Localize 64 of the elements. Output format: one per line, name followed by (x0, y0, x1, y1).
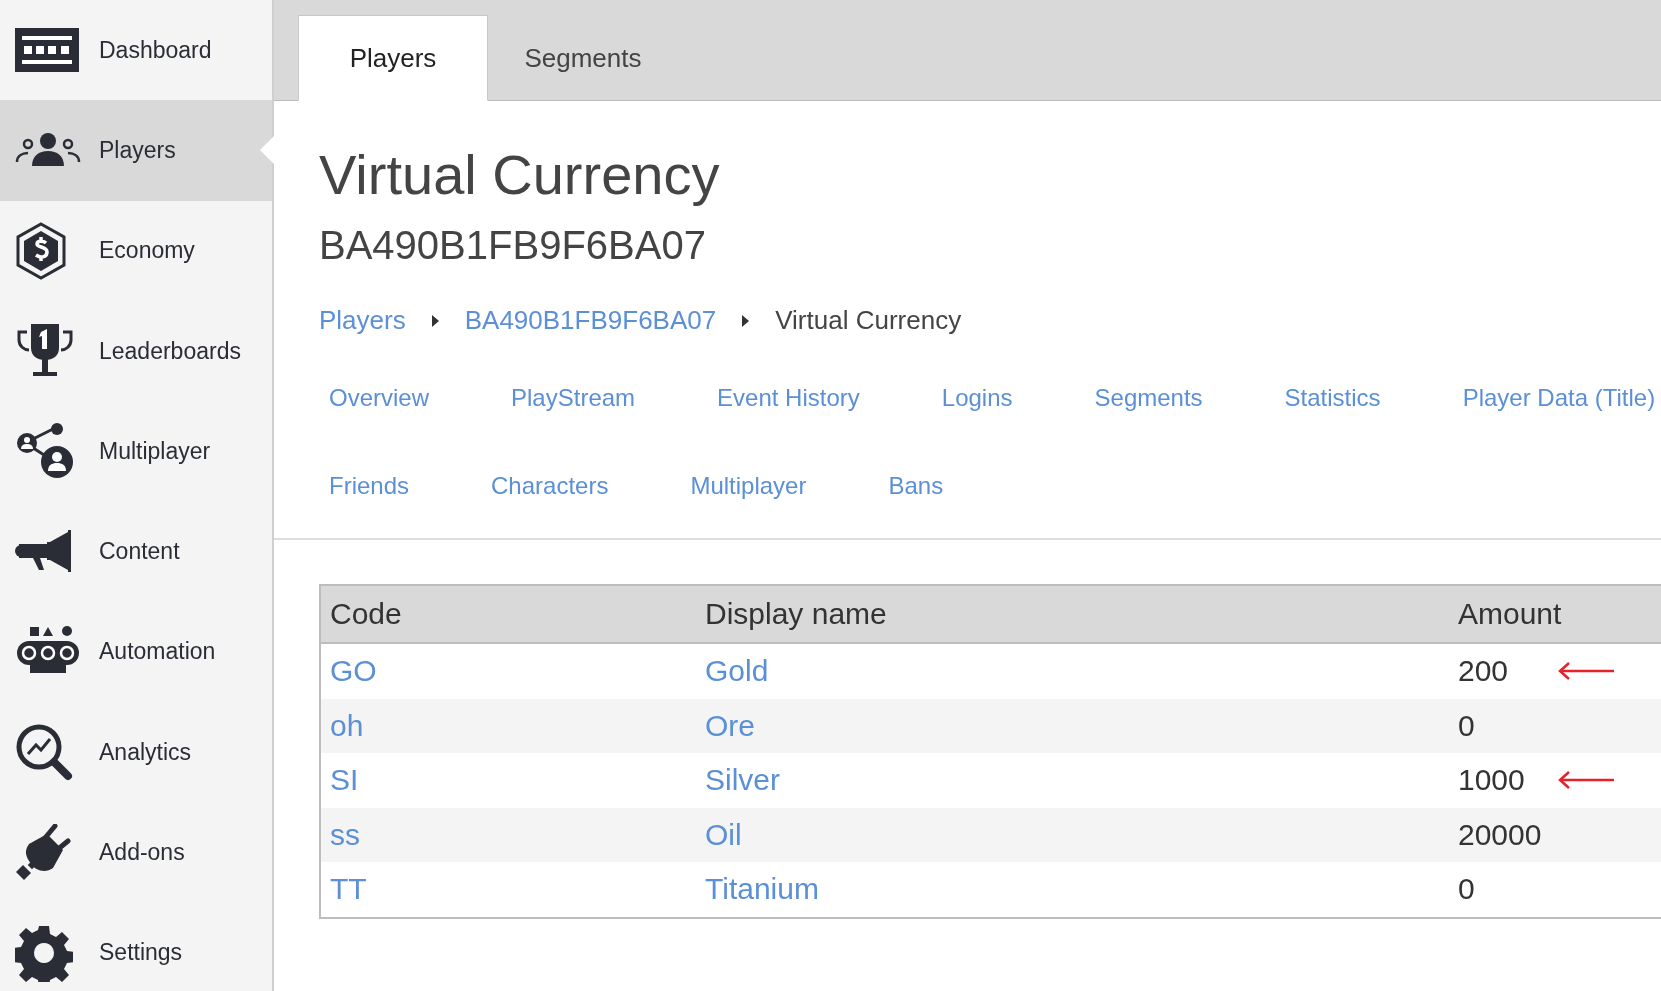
sidebar-item-label: Analytics (99, 738, 192, 766)
currency-name-link[interactable]: Titanium (696, 872, 1449, 907)
dollar-hexagon-icon (15, 221, 67, 280)
magnifier-chart-icon (15, 723, 73, 782)
sidebar-item-label: Automation (99, 638, 216, 666)
amount-cell-text: 20000 (1458, 817, 1543, 852)
sidebar-item[interactable]: Dashboard (0, 0, 272, 101)
sidebar-item[interactable]: Analytics (0, 702, 272, 803)
subnav-link[interactable]: Logins (941, 384, 1013, 412)
column-header: Amount (1457, 597, 1563, 631)
player-id: BA490B1FB9F6BA07 (319, 225, 707, 265)
settings-gear-icon (15, 923, 73, 982)
subnav-link[interactable]: PlayStream (511, 384, 636, 412)
sidebar-item[interactable]: Content (0, 501, 272, 602)
amount-cell-text: 1000 (1458, 763, 1526, 798)
sidebar-item[interactable]: Settings (0, 902, 272, 991)
subnav-link[interactable]: Player Data (Title) (1462, 384, 1656, 412)
subnav-link[interactable]: Multiplayer (690, 472, 807, 500)
sidebar-item-label: Add-ons (99, 839, 185, 866)
amount-cell-text: 0 (1458, 872, 1476, 907)
sidebar-item-label: Economy (99, 237, 195, 265)
sidebar-item-label: Dashboard (99, 36, 212, 64)
tab[interactable]: Players (298, 15, 488, 101)
sidebar-item-label: Settings (99, 939, 183, 967)
currency-code-link[interactable]: oh (321, 708, 696, 743)
currency-name-link[interactable]: Ore (696, 708, 1449, 743)
column-header: Display name (704, 597, 888, 631)
breadcrumb-link[interactable]: Players (319, 305, 406, 336)
subnav-link[interactable]: Event History (717, 384, 860, 412)
sidebar-item-label: Leaderboards (99, 337, 241, 365)
breadcrumb-separator-icon (431, 314, 439, 327)
currency-code-link[interactable]: TT (321, 872, 696, 907)
currency-name-link[interactable]: Silver (696, 763, 1449, 798)
currency-code-link[interactable]: GO (321, 654, 696, 689)
sidebar-item[interactable]: Leaderboards (0, 300, 272, 402)
subnav-link[interactable]: Overview (329, 384, 430, 412)
currency-code-link[interactable]: SI (321, 763, 696, 798)
sidebar-item[interactable]: Economy (0, 200, 272, 301)
amount-cell-text: 0 (1458, 708, 1476, 743)
subnav-link[interactable]: Statistics (1284, 384, 1381, 412)
sidebar-item-label: Multiplayer (99, 437, 211, 465)
subnav-link[interactable]: Segments (1094, 384, 1203, 412)
subnav-link[interactable]: Characters (491, 472, 609, 500)
currency-code-link[interactable]: ss (321, 817, 696, 852)
sidebar-item[interactable]: Players (0, 100, 272, 201)
breadcrumb-current: Virtual Currency (775, 305, 962, 336)
tab[interactable]: Segments (488, 15, 678, 101)
subnav-link[interactable]: Friends (329, 472, 410, 500)
currency-name-link[interactable]: Oil (696, 817, 1449, 852)
connected-users-icon (15, 422, 75, 481)
sidebar-item[interactable]: Multiplayer (0, 401, 272, 502)
breadcrumb-link[interactable]: BA490B1FB9F6BA07 (464, 305, 717, 336)
people-group-icon (15, 132, 81, 169)
sidebar-item[interactable]: Automation (0, 601, 272, 703)
subnav-link[interactable]: Bans (888, 472, 944, 500)
breadcrumb-separator-icon (742, 314, 750, 327)
sidebar-item-label: Content (99, 538, 180, 566)
column-header: Code (329, 597, 403, 631)
amount-cell-text: 200 (1458, 654, 1510, 689)
dashboard-icon (15, 28, 79, 73)
sidebar-item[interactable]: Add-ons (0, 802, 272, 903)
sidebar-item-label: Players (99, 136, 176, 164)
currency-name-link[interactable]: Gold (696, 654, 1449, 689)
plug-icon (15, 823, 71, 882)
